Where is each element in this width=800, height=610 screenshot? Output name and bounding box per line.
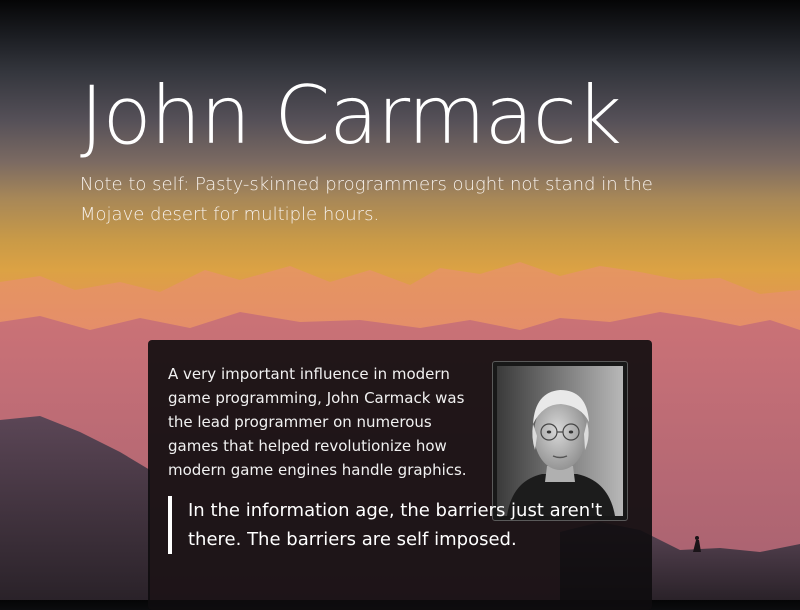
hero-header: John Carmack Note to self: Pasty-skinned… (80, 68, 720, 230)
page-subtitle: Note to self: Pasty-skinned programmers … (80, 174, 653, 225)
bio-text: A very important influence in modern gam… (168, 365, 467, 479)
quote-block: In the information age, the barriers jus… (168, 496, 608, 554)
person-photo-icon (497, 366, 623, 516)
profile-card: A very important influence in modern gam… (148, 340, 652, 610)
page-title: John Carmack (80, 69, 622, 162)
quote-text: In the information age, the barriers jus… (188, 500, 603, 550)
